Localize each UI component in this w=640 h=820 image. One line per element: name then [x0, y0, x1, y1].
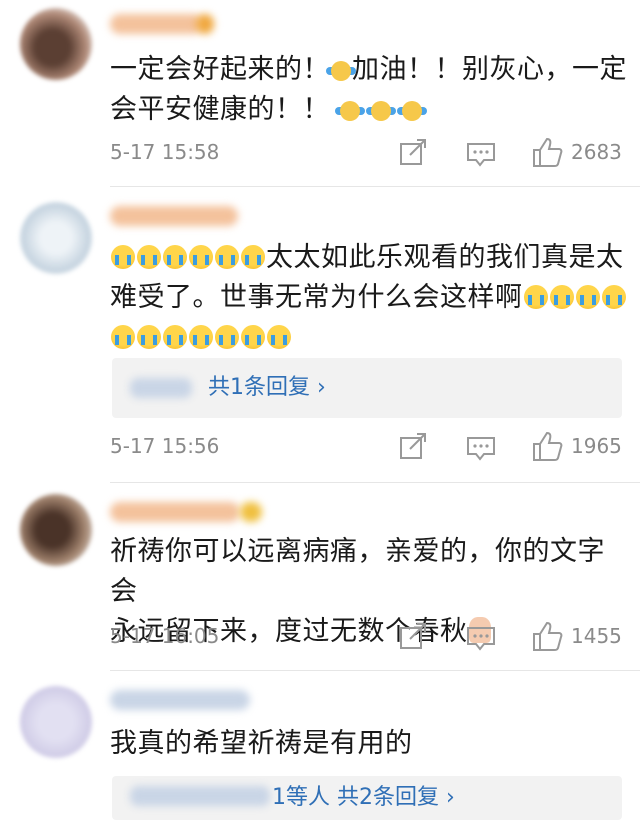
divider	[110, 670, 640, 671]
comment-icon[interactable]	[464, 136, 498, 170]
crying-emoji-icon	[189, 245, 213, 269]
crying-emoji-icon	[111, 325, 135, 349]
avatar[interactable]	[20, 686, 92, 758]
crying-emoji-icon	[241, 245, 265, 269]
comment-text: 太太如此乐观看的我们真是太 难受了。世事无常为什么会这样啊	[110, 238, 630, 358]
badge-blurred	[196, 14, 214, 34]
comment-meta: 5-17 15:58 2683	[110, 136, 630, 172]
crying-emoji-icon	[163, 245, 187, 269]
cheer-emoji-icon	[397, 101, 428, 121]
share-icon[interactable]	[396, 430, 430, 464]
view-replies-link[interactable]: 共1条回复 ›	[208, 370, 326, 406]
username-blurred[interactable]	[110, 14, 202, 34]
avatar[interactable]	[20, 202, 92, 274]
share-icon[interactable]	[396, 620, 430, 654]
like-count: 1965	[571, 434, 622, 458]
username-blurred[interactable]	[110, 502, 240, 522]
avatar[interactable]	[20, 494, 92, 566]
reply-preview-box[interactable]: 共1条回复 ›	[112, 358, 622, 418]
thumbs-up-icon[interactable]	[530, 430, 564, 464]
thumbs-up-icon[interactable]	[530, 620, 564, 654]
username-blurred[interactable]	[110, 206, 238, 226]
divider	[110, 482, 640, 483]
comment-icon[interactable]	[464, 430, 498, 464]
cheer-emoji-icon	[326, 61, 356, 81]
crying-emoji-icon	[215, 245, 239, 269]
crying-emoji-icon	[215, 325, 239, 349]
divider	[110, 186, 640, 187]
crying-emoji-icon	[137, 325, 161, 349]
reply-author-blurred	[130, 786, 270, 806]
cheer-emoji-icon	[335, 101, 366, 121]
like-count: 1455	[571, 624, 622, 648]
username-blurred[interactable]	[110, 690, 250, 710]
crying-emoji-icon	[523, 285, 548, 309]
reply-author-blurred	[130, 378, 192, 398]
comment-text: 一定会好起来的！ 加油！！别灰心，一定 会平安健康的！！	[110, 54, 627, 125]
reply-preview-box[interactable]: 1等人 共2条回复 ›	[112, 776, 622, 820]
crying-emoji-icon	[111, 245, 135, 269]
crying-emoji-icon	[189, 325, 213, 349]
timestamp: 5-17 16:05	[110, 624, 220, 648]
comment-icon[interactable]	[464, 620, 498, 654]
comment-meta: 5-17 16:05 1455	[110, 620, 630, 656]
timestamp: 5-17 15:58	[110, 140, 220, 164]
crying-emoji-icon	[267, 325, 291, 349]
cheer-emoji-icon	[366, 101, 397, 121]
crying-emoji-icon	[549, 285, 574, 309]
timestamp: 5-17 15:56	[110, 434, 220, 458]
crying-emoji-icon	[601, 285, 626, 309]
share-icon[interactable]	[396, 136, 430, 170]
like-count: 2683	[571, 140, 622, 164]
thumbs-up-icon[interactable]	[530, 136, 564, 170]
crying-emoji-icon	[137, 245, 161, 269]
view-replies-link[interactable]: 1等人 共2条回复 ›	[272, 780, 455, 816]
avatar[interactable]	[20, 8, 92, 80]
badge-blurred	[240, 502, 262, 522]
crying-emoji-icon	[163, 325, 187, 349]
comment-text: 我真的希望祈祷是有用的	[110, 728, 413, 759]
crying-emoji-icon	[241, 325, 265, 349]
crying-emoji-icon	[575, 285, 600, 309]
comment-meta: 5-17 15:56 1965	[110, 430, 630, 466]
